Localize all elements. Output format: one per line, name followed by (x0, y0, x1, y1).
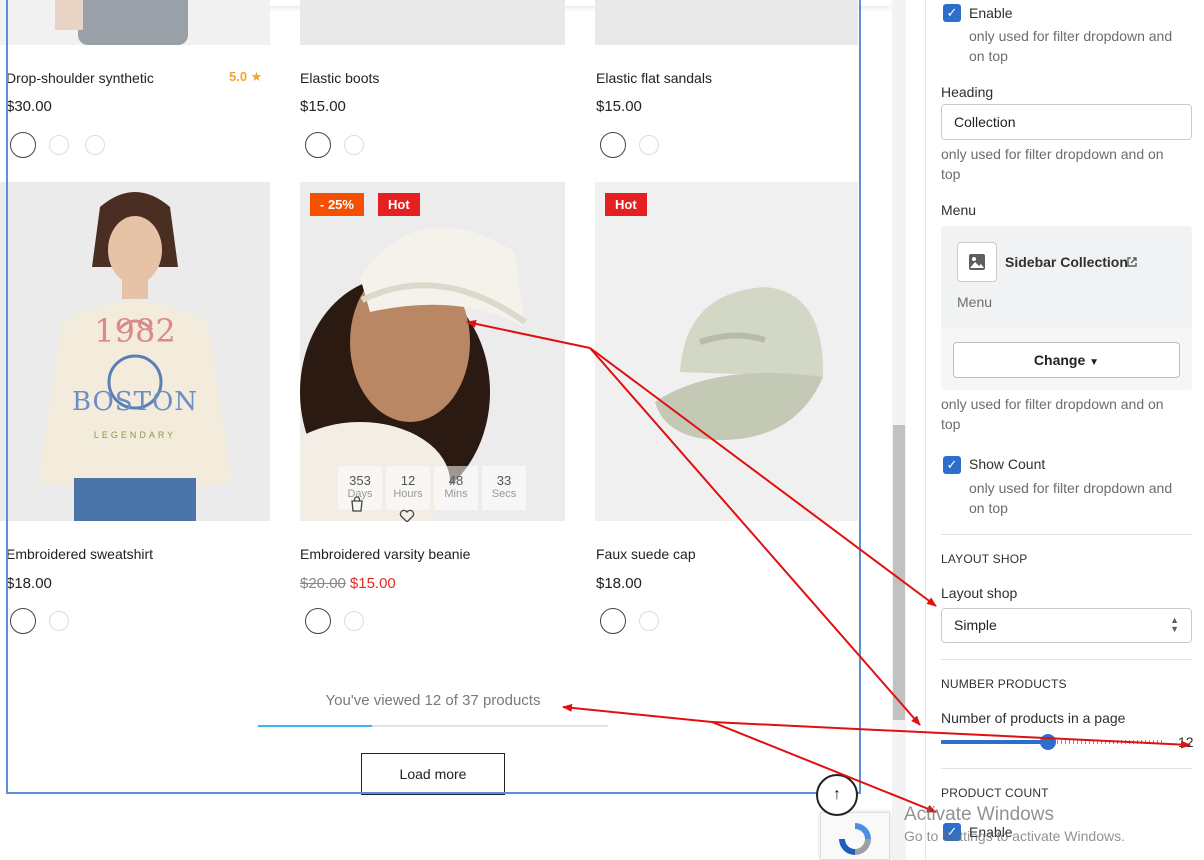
color-swatch[interactable] (305, 608, 331, 634)
menu-name[interactable]: Sidebar Collection (1005, 254, 1128, 270)
sweatshirt-print-city: BOSTON (71, 387, 199, 417)
color-swatch[interactable] (600, 132, 626, 158)
product-image-elastic-boots[interactable] (300, 0, 565, 45)
hot-badge: Hot (605, 193, 647, 216)
section-divider (941, 768, 1192, 769)
image-placeholder-icon (957, 242, 997, 282)
product-name[interactable]: Faux suede cap (596, 546, 696, 562)
discount-badge: - 25% (310, 193, 364, 216)
heading-input[interactable] (941, 104, 1192, 140)
color-swatch[interactable] (10, 608, 36, 634)
product-count-checkbox[interactable]: ✓ (943, 823, 961, 841)
show-count-checkbox[interactable]: ✓ (943, 456, 961, 474)
menu-label: Menu (941, 202, 977, 218)
product-image-flat-sandals[interactable] (595, 0, 858, 45)
color-swatch[interactable] (85, 135, 105, 155)
original-price: $20.00 (300, 575, 346, 592)
section-divider (941, 659, 1192, 660)
color-swatch[interactable] (10, 132, 36, 158)
color-swatch[interactable] (600, 608, 626, 634)
hot-badge: Hot (378, 193, 420, 216)
enable-label: Enable (969, 5, 1013, 21)
section-divider (941, 534, 1192, 535)
product-count-section: PRODUCT COUNT (941, 786, 1049, 800)
sweatshirt-print-sub: LEGENDARY (93, 430, 177, 440)
slider-fill (941, 740, 1049, 744)
shopping-bag-icon[interactable] (346, 496, 368, 518)
color-swatch[interactable] (639, 135, 659, 155)
product-price: $18.00 (596, 575, 642, 592)
back-to-top-button[interactable]: ↑ (816, 774, 858, 816)
enable-checkbox[interactable]: ✓ (943, 4, 961, 22)
product-image-cap[interactable] (595, 182, 858, 521)
products-viewed-text: You've viewed 12 of 37 products (325, 692, 541, 709)
product-price: $15.00 (596, 98, 642, 115)
menu-caption: Menu (957, 294, 993, 310)
product-price: $20.00 $15.00 (300, 575, 396, 592)
number-products-section: NUMBER PRODUCTS (941, 677, 1067, 691)
progress-fill (258, 725, 372, 727)
slider-thumb[interactable] (1040, 734, 1057, 750)
color-swatch[interactable] (344, 135, 364, 155)
product-price: $30.00 (6, 98, 52, 115)
change-menu-button[interactable]: Change ▼ (953, 342, 1180, 378)
caret-down-icon: ▼ (1089, 357, 1100, 368)
product-rating: 5.0 ★ (229, 69, 263, 84)
product-price: $18.00 (6, 575, 52, 592)
layout-shop-section: LAYOUT SHOP (941, 552, 1028, 566)
show-count-label: Show Count (969, 456, 1046, 472)
color-swatch[interactable] (639, 611, 659, 631)
change-label: Change (1033, 352, 1086, 368)
product-name[interactable]: Drop-shoulder synthetic (6, 70, 154, 86)
show-count-help: only used for filter dropdown and on top (969, 480, 1173, 516)
number-products-value: 12 (1178, 734, 1194, 750)
number-products-label: Number of products in a page (941, 710, 1126, 726)
load-more-button[interactable]: Load more (361, 753, 505, 795)
sweatshirt-illustration (38, 192, 232, 521)
storefront-preview: Drop-shoulder synthetic 5.0 ★ $30.00 Ela… (0, 0, 906, 860)
color-swatch[interactable] (49, 135, 69, 155)
arrow-up-icon: ↑ (833, 786, 841, 803)
product-count-enable-label: Enable (969, 824, 1013, 840)
layout-shop-label: Layout shop (941, 585, 1018, 601)
heading-label: Heading (941, 84, 994, 100)
product-name[interactable]: Elastic boots (300, 70, 379, 86)
external-link-icon[interactable] (1126, 255, 1138, 267)
recaptcha-badge[interactable] (820, 812, 890, 860)
select-arrows-icon: ▲ ▼ (1170, 615, 1179, 634)
product-image-drop-shoulder[interactable] (0, 0, 270, 45)
countdown-secs: 33 Secs (482, 466, 526, 510)
preview-scrollbar-thumb[interactable] (893, 425, 905, 720)
recaptcha-icon (839, 823, 871, 855)
sweatshirt-print-year: 1982 (94, 312, 176, 350)
heading-help: only used for filter dropdown and on top (941, 146, 1164, 182)
product-name[interactable]: Embroidered varsity beanie (300, 546, 470, 562)
countdown-mins: 48 Mins (434, 466, 478, 510)
sale-price: $15.00 (349, 575, 396, 592)
product-name[interactable]: Elastic flat sandals (596, 70, 712, 86)
color-swatch[interactable] (344, 611, 364, 631)
menu-help: only used for filter dropdown and on top (941, 396, 1164, 432)
cap-illustration (655, 287, 824, 441)
enable-help: only used for filter dropdown and on top (969, 28, 1173, 64)
products-viewed-progress (258, 725, 608, 727)
product-price: $15.00 (300, 98, 346, 115)
layout-shop-select[interactable]: Simple ▲ ▼ (941, 608, 1192, 643)
product-name[interactable]: Embroidered sweatshirt (6, 546, 153, 562)
countdown-hours: 12 Hours (386, 466, 430, 510)
heart-icon[interactable] (396, 508, 418, 522)
color-swatch[interactable] (305, 132, 331, 158)
color-swatch[interactable] (49, 611, 69, 631)
product-image-sweatshirt[interactable]: 1982 BOSTON LEGENDARY (0, 182, 270, 521)
layout-shop-value: Simple (954, 617, 997, 633)
